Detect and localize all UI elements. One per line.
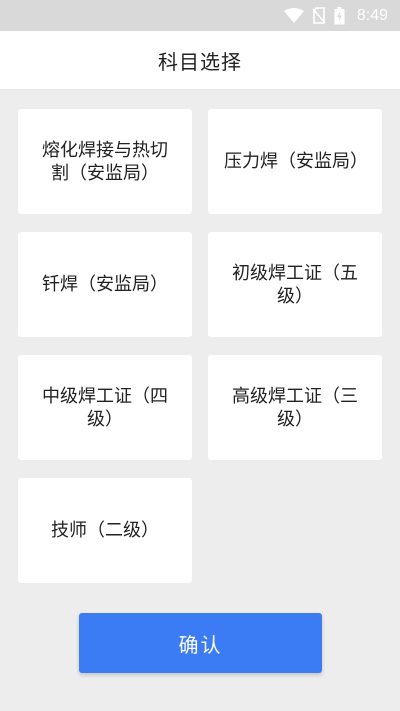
- no-sim-icon: [312, 7, 326, 24]
- subject-label: 压力焊（安监局）: [224, 151, 368, 172]
- status-time: 8:49: [356, 6, 388, 24]
- subject-card-technician[interactable]: 技师（二级）: [18, 478, 192, 583]
- wifi-icon: [283, 7, 304, 24]
- subject-label: 中级焊工证（四级）: [42, 385, 168, 430]
- subject-card-brazing[interactable]: 钎焊（安监局）: [18, 232, 192, 337]
- status-bar: 8:49: [0, 0, 400, 31]
- subject-label: 钎焊（安监局）: [42, 274, 168, 295]
- subject-card-intermediate-welder[interactable]: 中级焊工证（四级）: [18, 355, 192, 460]
- battery-charging-icon: [334, 6, 345, 25]
- subject-card-pressure-welding[interactable]: 压力焊（安监局）: [208, 109, 382, 214]
- subject-label: 初级焊工证（五级）: [232, 262, 358, 307]
- subject-label: 熔化焊接与热切割（安监局）: [42, 139, 168, 184]
- page-title: 科目选择: [158, 49, 242, 74]
- subject-label: 高级焊工证（三级）: [232, 385, 358, 430]
- subject-card-fusion-welding[interactable]: 熔化焊接与热切割（安监局）: [18, 109, 192, 214]
- confirm-button[interactable]: 确认: [79, 613, 322, 673]
- subject-card-junior-welder[interactable]: 初级焊工证（五级）: [208, 232, 382, 337]
- subject-label: 技师（二级）: [51, 520, 159, 541]
- subject-card-senior-welder[interactable]: 高级焊工证（三级）: [208, 355, 382, 460]
- header-bar: 科目选择: [0, 31, 400, 90]
